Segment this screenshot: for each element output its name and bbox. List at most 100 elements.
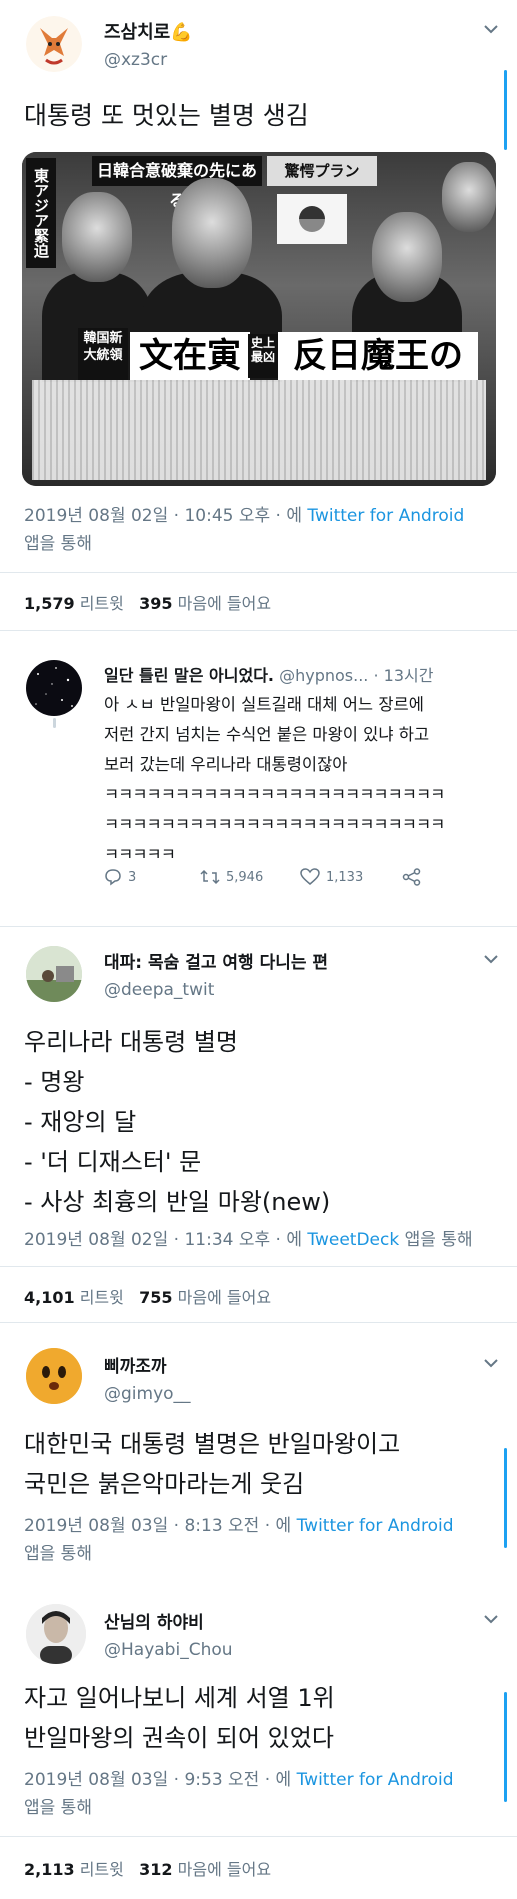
reply-line: 저런 간지 넘치는 수식언 붙은 마왕이 있냐 하고: [104, 725, 430, 744]
reply-icon: [105, 869, 121, 886]
like-label[interactable]: 마음에 들어요: [178, 594, 271, 613]
tweet-line: 자고 일어나보니 세계 서열 1위: [24, 1684, 335, 1712]
author-name[interactable]: 즈삼치로💪: [104, 18, 193, 44]
like-action[interactable]: 1,133: [300, 868, 363, 886]
tweet-date[interactable]: 2019년 08월 03일 · 8:13 오전 · 에: [24, 1516, 297, 1536]
reply-count: 3: [128, 869, 137, 885]
tweet-line: - 사상 최흉의 반일 마왕(new): [24, 1188, 331, 1216]
thread-line: [504, 1692, 507, 1802]
tweet-meta: 2019년 08월 02일 · 10:45 오후 · 에 Twitter for…: [24, 502, 464, 558]
author-handle[interactable]: @xz3cr: [104, 50, 167, 70]
tweet-text: 대한민국 대통령 별명은 반일마왕이고 국민은 붉은악마라는게 웃김: [24, 1424, 400, 1504]
tweet-line: - 재앙의 달: [24, 1108, 137, 1136]
source-link[interactable]: Twitter for Android: [297, 1770, 454, 1790]
photo-label-korea: 韓国新大統領: [78, 328, 128, 380]
tweet-text: 대통령 또 멋있는 별명 생김: [24, 101, 309, 130]
tweet-line: - 명왕: [24, 1068, 85, 1096]
author-handle[interactable]: @deepa_twit: [104, 980, 214, 1000]
retweet-count[interactable]: 2,113: [24, 1860, 75, 1879]
tweet-stats: 2,113 리트윗 312 마음에 들어요: [24, 1856, 271, 1880]
source-suffix: 앱을 통해: [399, 1230, 473, 1250]
tweet-meta: 2019년 08월 03일 · 8:13 오전 · 에 Twitter for …: [24, 1512, 453, 1568]
source-link[interactable]: Twitter for Android: [297, 1516, 454, 1536]
divider: [0, 1836, 517, 1837]
tweet-date[interactable]: 2019년 08월 02일 · 10:45 오후 · 에: [24, 506, 307, 526]
photo-banner-2: 驚愕プラン: [267, 156, 377, 186]
photo-label-history: 史上最凶: [248, 334, 278, 378]
chevron-down-icon[interactable]: [480, 1608, 502, 1630]
like-label[interactable]: 마음에 들어요: [178, 1288, 271, 1307]
reply-line: ㅋㅋㅋㅋㅋㅋㅋㅋㅋㅋㅋㅋㅋㅋㅋㅋㅋㅋㅋㅋㅋㅋㅋㅋ: [104, 815, 445, 834]
photo-banner: 日韓合意破棄の先にある: [92, 156, 262, 210]
reply-tweet[interactable]: 일단 틀린 말은 아니었다. @hypnos... · 13시간 아 ㅅㅂ 반일…: [0, 640, 517, 927]
tweet-4[interactable]: 산님의 하야비 @Hayabi_Chou 자고 일어나보니 세계 서열 1위 반…: [0, 1592, 517, 1899]
flag-image: [277, 194, 347, 244]
figure-right-face: [372, 212, 442, 302]
reply-header: 일단 틀린 말은 아니었다. @hypnos... · 13시간: [104, 662, 433, 686]
figure-far-right-face: [442, 162, 496, 232]
tweet-1[interactable]: 즈삼치로💪 @xz3cr 대통령 또 멋있는 별명 생김 東アジア緊迫 日韓合意…: [0, 0, 517, 631]
retweet-label[interactable]: 리트윗: [80, 1860, 124, 1879]
chevron-down-icon[interactable]: [480, 948, 502, 970]
like-count: 1,133: [326, 869, 364, 885]
retweet-action[interactable]: 5,946: [200, 868, 263, 886]
tweet-3[interactable]: 삐까조까 @gimyo__ 대한민국 대통령 별명은 반일마왕이고 국민은 붉은…: [0, 1338, 517, 1588]
photo-label-name: 文在寅: [130, 332, 250, 380]
avatar[interactable]: [26, 16, 82, 72]
tweet-date[interactable]: 2019년 08월 03일 · 9:53 오전 · 에: [24, 1770, 297, 1790]
reply-action[interactable]: 3: [104, 868, 136, 886]
source-link[interactable]: Twitter for Android: [307, 506, 464, 526]
reply-line: ㅋㅋㅋㅋㅋ: [104, 845, 176, 864]
figure-center-face: [172, 178, 252, 288]
tweet-text: 우리나라 대통령 별명 - 명왕 - 재앙의 달 - '더 디재스터' 문 - …: [24, 1022, 330, 1222]
avatar[interactable]: [26, 660, 82, 716]
source-suffix: 앱을 통해: [24, 1798, 92, 1818]
reply-line: 아 ㅅㅂ 반일마왕이 실트길래 대체 어느 장르에: [104, 695, 424, 714]
author-name[interactable]: 대파: 목숨 걸고 여행 다니는 편: [104, 948, 328, 973]
avatar[interactable]: [26, 946, 82, 1002]
divider: [0, 630, 517, 631]
retweet-count[interactable]: 1,579: [24, 594, 75, 613]
tweet-line: - '더 디재스터' 문: [24, 1148, 202, 1176]
like-count[interactable]: 395: [139, 594, 172, 613]
author-name[interactable]: 일단 틀린 말은 아니었다.: [104, 666, 274, 685]
divider: [0, 1266, 517, 1267]
retweet-label[interactable]: 리트윗: [80, 1288, 124, 1307]
figure-left-face: [62, 192, 132, 282]
author-handle[interactable]: @gimyo__: [104, 1384, 191, 1404]
tweet-line: 우리나라 대통령 별명: [24, 1028, 238, 1056]
avatar[interactable]: [26, 1604, 86, 1664]
author-name[interactable]: 삐까조까: [104, 1352, 167, 1377]
tweet-photo[interactable]: 東アジア緊迫 日韓合意破棄の先にある 驚愕プラン 韓国新大統領 文在寅 史上最凶…: [22, 152, 496, 486]
author-handle[interactable]: @hypnos...: [279, 666, 368, 685]
photo-side-caption: 東アジア緊迫: [26, 158, 56, 268]
share-action[interactable]: [402, 868, 422, 886]
heart-icon: [300, 868, 320, 885]
retweet-label[interactable]: 리트윗: [80, 594, 124, 613]
thread-line: [504, 70, 507, 150]
like-count[interactable]: 312: [139, 1860, 172, 1879]
divider: [0, 1322, 517, 1323]
tweet-meta: 2019년 08월 03일 · 9:53 오전 · 에 Twitter for …: [24, 1766, 453, 1822]
author-handle[interactable]: @Hayabi_Chou: [104, 1640, 233, 1660]
author-name[interactable]: 산님의 하야비: [104, 1608, 204, 1633]
tweet-line: 반일마왕의 권속이 되어 있었다: [24, 1724, 334, 1752]
divider: [0, 926, 517, 927]
reply-line: ㅋㅋㅋㅋㅋㅋㅋㅋㅋㅋㅋㅋㅋㅋㅋㅋㅋㅋㅋㅋㅋㅋㅋㅋ: [104, 785, 445, 804]
photo-label-evil: 反日魔王の: [278, 332, 478, 380]
tweet-date[interactable]: 2019년 08월 02일 · 11:34 오후 · 에: [24, 1230, 307, 1250]
chevron-down-icon[interactable]: [480, 1352, 502, 1374]
like-count[interactable]: 755: [139, 1288, 172, 1307]
reply-time[interactable]: · 13시간: [373, 666, 433, 685]
tweet-2[interactable]: 대파: 목숨 걸고 여행 다니는 편 @deepa_twit 우리나라 대통령 …: [0, 930, 517, 1330]
tweet-text: 자고 일어나보니 세계 서열 1위 반일마왕의 권속이 되어 있었다: [24, 1678, 335, 1758]
like-label[interactable]: 마음에 들어요: [178, 1860, 271, 1879]
source-link[interactable]: TweetDeck: [307, 1230, 399, 1250]
avatar[interactable]: [26, 1348, 82, 1404]
divider: [0, 572, 517, 573]
retweet-count[interactable]: 4,101: [24, 1288, 75, 1307]
thread-line: [504, 1448, 507, 1548]
share-icon: [402, 868, 421, 886]
chevron-down-icon[interactable]: [480, 18, 502, 40]
tweet-meta: 2019년 08월 02일 · 11:34 오후 · 에 TweetDeck 앱…: [24, 1226, 473, 1254]
